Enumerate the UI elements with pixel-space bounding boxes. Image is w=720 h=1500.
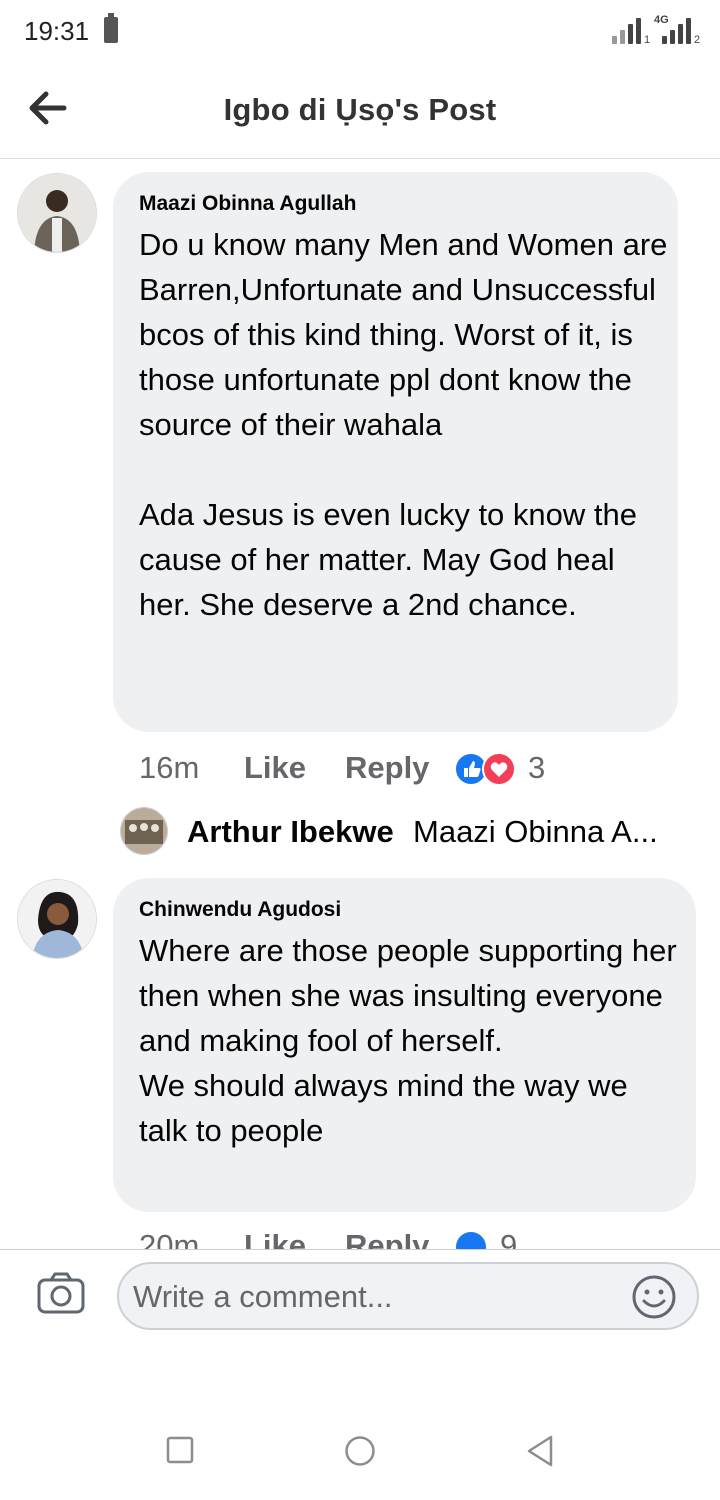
avatar-image	[18, 880, 96, 958]
reaction-count[interactable]: 3	[528, 750, 545, 786]
reply-button[interactable]: Reply	[345, 750, 429, 786]
home-button[interactable]	[344, 1435, 376, 1472]
signal-sim2-icon: 4G 2	[654, 14, 702, 46]
nav-square-icon	[166, 1436, 194, 1464]
reply-author[interactable]: Arthur Ibekwe	[187, 814, 394, 850]
post-header: Igbo di Ụsọ's Post	[0, 64, 720, 159]
sim2-label: 2	[694, 34, 701, 46]
emoji-icon	[632, 1275, 676, 1319]
emoji-button[interactable]	[631, 1274, 677, 1320]
page-title: Igbo di Ụsọ's Post	[223, 92, 497, 127]
comment-box	[117, 1262, 699, 1330]
reply-preview-text[interactable]: Maazi Obinna A...	[413, 814, 658, 850]
comment-time: 16m	[139, 750, 200, 785]
battery-icon	[104, 13, 118, 43]
network-type: 4G	[654, 14, 669, 26]
sim1-label: 1	[644, 34, 651, 46]
comment-text: Do u know many Men and Women are Barren,…	[139, 227, 668, 622]
status-bar: 19:31 1 4G 2	[0, 0, 720, 64]
love-reaction-icon[interactable]	[482, 752, 516, 786]
comment-bubble: Chinwendu Agudosi Where are those people…	[113, 878, 696, 1212]
status-time: 19:31	[24, 16, 90, 46]
camera-icon	[37, 1272, 85, 1314]
system-nav-bar	[0, 1400, 720, 1500]
signal-sim1-icon: 1	[612, 16, 652, 46]
avatar[interactable]	[17, 879, 97, 959]
like-button[interactable]: Like	[244, 750, 306, 786]
comment-author[interactable]: Chinwendu Agudosi	[139, 898, 341, 922]
reply-avatar[interactable]	[120, 807, 168, 855]
comment-author[interactable]: Maazi Obinna Agullah	[139, 192, 356, 216]
reply-avatar-image	[121, 808, 167, 854]
back-nav-button[interactable]	[525, 1434, 555, 1473]
recent-apps-button[interactable]	[166, 1436, 194, 1469]
camera-button[interactable]	[36, 1272, 86, 1316]
comment-bubble: Maazi Obinna Agullah Do u know many Men …	[113, 172, 678, 732]
comment-input[interactable]	[131, 1274, 615, 1320]
comment-composer	[0, 1249, 720, 1350]
comment-text: Where are those people supporting her th…	[139, 933, 677, 1148]
avatar-image	[18, 174, 96, 252]
nav-circle-icon	[345, 1436, 375, 1466]
avatar[interactable]	[17, 173, 97, 253]
nav-triangle-icon	[527, 1435, 553, 1467]
